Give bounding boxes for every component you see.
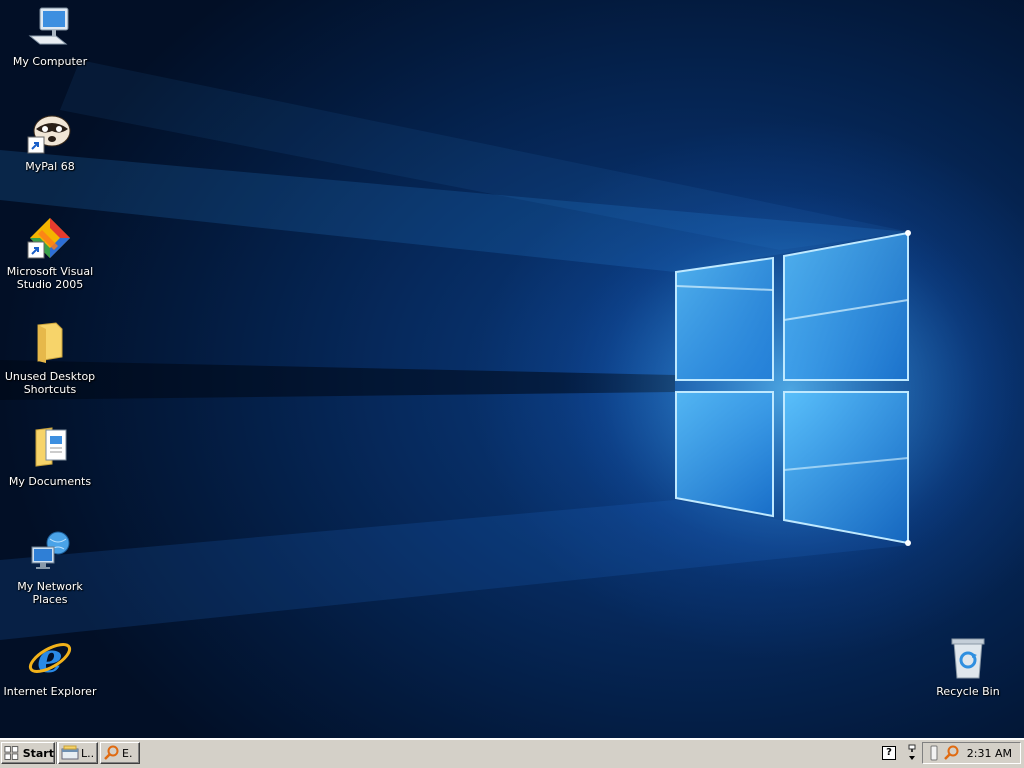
documents-folder-icon xyxy=(35,427,67,467)
folder-icon xyxy=(37,322,63,363)
mypal-icon xyxy=(27,115,71,154)
network-places-icon xyxy=(31,531,70,569)
taskbar-button-explorer[interactable]: L.. xyxy=(58,742,98,764)
search-magnifier-icon xyxy=(104,745,119,760)
internet-explorer-icon: e xyxy=(28,635,72,682)
desktop-icon-label: My Network Places xyxy=(17,580,83,606)
windows-flag-icon xyxy=(4,746,19,760)
desktop: My Computer MyPal 68 Microsoft Visual St… xyxy=(0,0,1024,738)
start-label: Start xyxy=(22,746,54,760)
taskbar-button-label: E. xyxy=(122,746,133,760)
desktop-icon-label: Microsoft Visual Studio 2005 xyxy=(6,265,94,291)
desktop-icon-my-computer[interactable]: My Computer xyxy=(0,4,100,68)
desktop-icon-network-places[interactable]: My Network Places xyxy=(0,529,100,606)
start-button[interactable]: Start xyxy=(1,742,55,764)
logo-pane-bottom-left xyxy=(675,391,774,518)
desktop-icon-label: MyPal 68 xyxy=(25,160,75,173)
desktop-icon-label: Internet Explorer xyxy=(3,685,97,698)
logo-pane-top-right xyxy=(783,231,909,381)
desktop-icon-label: Recycle Bin xyxy=(936,685,1000,698)
desktop-icon-label: Unused Desktop Shortcuts xyxy=(4,370,96,396)
help-icon[interactable]: ? xyxy=(882,746,896,760)
desktop-icon-recycle-bin[interactable]: Recycle Bin xyxy=(918,634,1018,698)
taskbar: Start L.. E. ? 2:31 AM xyxy=(0,738,1024,768)
computer-icon xyxy=(28,7,69,45)
desktop-icon-my-documents[interactable]: My Documents xyxy=(0,424,100,488)
taskbar-button-search[interactable]: E. xyxy=(100,742,140,764)
desktop-icon-label: My Documents xyxy=(8,475,92,488)
desktop-icon-label: My Computer xyxy=(12,55,88,68)
desktop-icon-visual-studio[interactable]: Microsoft Visual Studio 2005 xyxy=(0,214,100,291)
desktop-icon-mypal[interactable]: MyPal 68 xyxy=(0,109,100,173)
network-icon[interactable] xyxy=(906,744,918,762)
recycle-bin-icon xyxy=(951,638,985,679)
desktop-icon-unused-shortcuts[interactable]: Unused Desktop Shortcuts xyxy=(0,319,100,396)
search-magnifier-icon[interactable] xyxy=(943,745,959,761)
desktop-icon-internet-explorer[interactable]: e Internet Explorer xyxy=(0,634,100,698)
explorer-window-icon xyxy=(61,745,79,760)
system-tray: 2:31 AM xyxy=(922,742,1021,764)
usb-icon[interactable] xyxy=(929,745,939,761)
windows-logo-wallpaper xyxy=(0,60,1020,640)
clock[interactable]: 2:31 AM xyxy=(967,747,1012,760)
taskbar-button-label: L.. xyxy=(81,746,95,760)
svg-text:e: e xyxy=(37,635,62,682)
logo-pane-top-left xyxy=(675,256,774,381)
visual-studio-icon xyxy=(27,218,70,259)
